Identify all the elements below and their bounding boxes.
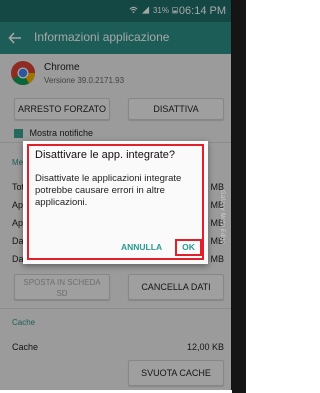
phone-screen: 31% 06:14 PM Informazioni applicazione C… bbox=[0, 0, 232, 390]
dialog-cancel-button[interactable]: ANNULLA bbox=[121, 242, 162, 252]
confirm-disable-dialog: Disattivare le app. integrate? Disattiva… bbox=[23, 141, 208, 264]
dialog-message: Disattivate le applicazioni integrate po… bbox=[35, 173, 182, 208]
dialog-title: Disattivare le app. integrate? bbox=[35, 149, 176, 161]
dialog-ok-button[interactable]: OK bbox=[175, 239, 202, 256]
edge-device-label: Galaxy Note Edge bbox=[219, 190, 226, 244]
device-edge-screen bbox=[232, 0, 246, 393]
